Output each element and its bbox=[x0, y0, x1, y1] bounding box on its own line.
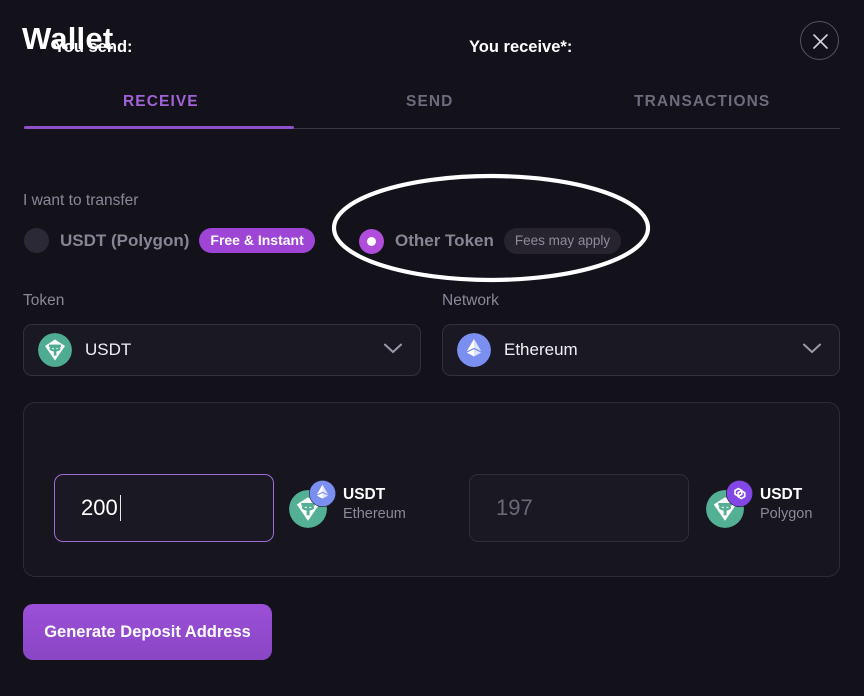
receive-token-pair: USDT Polygon bbox=[706, 480, 812, 528]
you-receive-label: You receive*: bbox=[469, 38, 573, 56]
text-caret bbox=[119, 495, 122, 521]
network-select-value: Ethereum bbox=[504, 340, 578, 359]
send-token-symbol: USDT bbox=[343, 486, 386, 504]
receive-amount-value: 197 bbox=[496, 495, 533, 520]
ethereum-coin-icon bbox=[457, 333, 491, 367]
tab-transactions[interactable]: TRANSACTIONS bbox=[634, 86, 770, 118]
transfer-section-label: I want to transfer bbox=[23, 192, 139, 209]
receive-amount-field: 197 bbox=[469, 474, 689, 542]
badge-free-and-instant: Free & Instant bbox=[199, 228, 315, 253]
receive-token-network: Polygon bbox=[760, 505, 813, 522]
receive-token-symbol: USDT bbox=[760, 486, 803, 504]
usdt-coin-icon bbox=[38, 333, 72, 367]
wallet-tabs: RECEIVE SEND TRANSACTIONS bbox=[24, 86, 840, 132]
tab-active-indicator bbox=[24, 126, 294, 129]
send-token-pair: USDT Ethereum bbox=[289, 480, 406, 528]
ethereum-coin-icon bbox=[309, 480, 336, 507]
transfer-option-label: USDT (Polygon) bbox=[60, 230, 190, 250]
close-button[interactable] bbox=[800, 21, 839, 60]
token-select-value: USDT bbox=[85, 340, 132, 359]
send-amount-value: 200 bbox=[81, 495, 118, 520]
chevron-down-icon[interactable] bbox=[384, 341, 402, 359]
badge-fees-may-apply: Fees may apply bbox=[503, 228, 622, 254]
radio-button-selected-icon[interactable] bbox=[359, 228, 384, 254]
send-token-network: Ethereum bbox=[343, 505, 406, 522]
tab-receive[interactable]: RECEIVE bbox=[123, 86, 199, 118]
you-send-label: You send: bbox=[54, 38, 133, 56]
transfer-option-other-token[interactable]: Other Token Fees may apply bbox=[359, 228, 622, 254]
polygon-coin-icon bbox=[726, 480, 753, 507]
transfer-option-usdt-polygon[interactable]: USDT (Polygon) Free & Instant bbox=[24, 228, 315, 253]
token-field-label: Token bbox=[23, 292, 65, 309]
generate-deposit-address-button[interactable]: Generate Deposit Address bbox=[23, 604, 272, 660]
transfer-option-label: Other Token bbox=[395, 231, 494, 250]
transfer-option-other-token-row: Other Token Fees may apply bbox=[359, 228, 622, 254]
network-field-label: Network bbox=[442, 292, 499, 309]
tab-send[interactable]: SEND bbox=[406, 86, 453, 118]
radio-button-unselected-icon[interactable] bbox=[24, 228, 49, 253]
transfer-option-usdt-polygon-row: USDT (Polygon) Free & Instant bbox=[24, 228, 315, 253]
chevron-down-icon[interactable] bbox=[803, 341, 821, 359]
token-select[interactable]: USDT bbox=[23, 324, 421, 376]
network-select[interactable]: Ethereum bbox=[442, 324, 840, 376]
send-amount-input[interactable]: 200 bbox=[54, 474, 274, 542]
